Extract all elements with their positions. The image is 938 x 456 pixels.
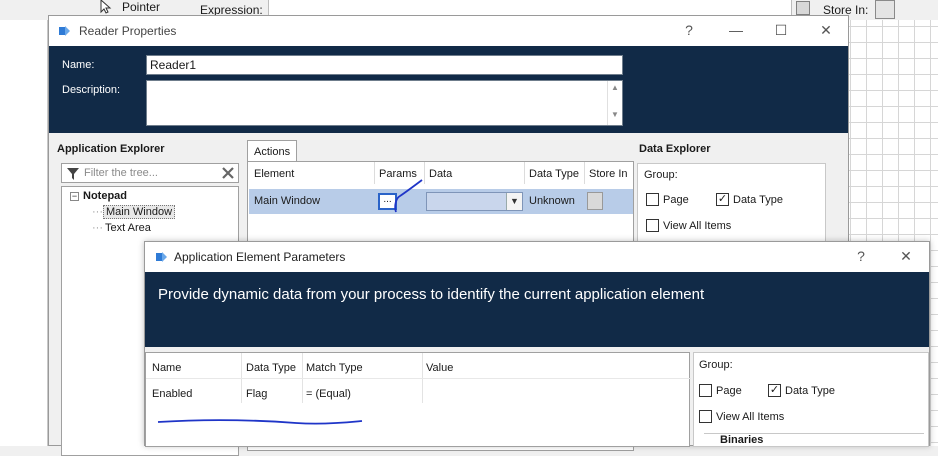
data-type-label: Data Type	[733, 193, 783, 206]
col-value[interactable]: Value	[426, 362, 453, 374]
pointer-label: Pointer	[122, 0, 161, 14]
description-scrollbar[interactable]: ▲ ▼	[607, 81, 622, 125]
annotation-underline	[157, 419, 363, 425]
group-label: Group:	[644, 169, 678, 181]
parameters-grid: Name Data Type Match Type Value Enabled …	[145, 352, 691, 447]
name-field[interactable]: Reader1	[146, 55, 623, 75]
close-button[interactable]: ✕	[896, 248, 916, 265]
help-button[interactable]: ?	[851, 248, 871, 264]
tree-node-label: Main Window	[103, 205, 176, 219]
col-match-type[interactable]: Match Type	[306, 362, 363, 374]
row-element: Main Window	[254, 195, 321, 207]
params-title-bar[interactable]: Application Element Parameters ? ✕	[145, 242, 929, 272]
description-field[interactable]: ▲ ▼	[146, 80, 623, 126]
tree-node-main-window[interactable]: ··· Main Window	[92, 205, 176, 219]
pointer-icon	[100, 0, 112, 14]
maximize-button[interactable]: ☐	[771, 22, 791, 39]
data-type-checkbox-row[interactable]: ✓ Data Type	[716, 193, 783, 206]
col-data[interactable]: Data	[429, 168, 452, 180]
tree-node-label: Text Area	[105, 222, 151, 234]
view-all-label: View All Items	[716, 410, 785, 423]
chevron-down-icon[interactable]: ▼	[506, 193, 522, 210]
params-header-panel: Provide dynamic data from your process t…	[145, 272, 929, 347]
view-all-checkbox[interactable]	[646, 219, 659, 232]
tree-node-text-area[interactable]: ··· Text Area	[92, 222, 151, 234]
background-panel	[0, 20, 48, 446]
store-in-icon[interactable]	[587, 192, 603, 210]
reader-header-panel: Name: Reader1 Description: ▲ ▼	[49, 46, 848, 133]
description-label: Description:	[62, 84, 121, 96]
params-button[interactable]: ...	[378, 193, 397, 210]
page-label: Page	[716, 384, 742, 397]
params-window-title: Application Element Parameters	[174, 250, 346, 264]
col-data-type[interactable]: Data Type	[246, 362, 296, 374]
data-type-checkbox-row[interactable]: ✓ Data Type	[768, 384, 835, 397]
tree-node-label: Notepad	[83, 190, 127, 202]
close-button[interactable]: ✕	[816, 22, 836, 39]
params-data-explorer-panel: Group: Page ✓ Data Type View All Items B…	[693, 352, 929, 447]
param-name[interactable]: Enabled	[152, 388, 192, 400]
scroll-down-icon[interactable]: ▼	[608, 110, 622, 119]
tree-node-notepad[interactable]: − Notepad	[70, 190, 127, 202]
col-name[interactable]: Name	[152, 362, 181, 374]
collapse-icon[interactable]: −	[70, 192, 79, 201]
filter-placeholder: Filter the tree...	[84, 167, 158, 179]
data-explorer-panel: Group: Page ✓ Data Type View All Items	[637, 163, 826, 243]
application-element-parameters-window: Application Element Parameters ? ✕ Provi…	[144, 241, 930, 447]
minimize-button[interactable]: —	[726, 22, 746, 38]
page-checkbox-row[interactable]: Page	[699, 384, 742, 397]
page-checkbox-row[interactable]: Page	[646, 193, 689, 206]
reader-title-bar[interactable]: Reader Properties ? — ☐ ✕	[49, 16, 848, 46]
page-checkbox[interactable]	[646, 193, 659, 206]
data-dropdown[interactable]: ▼	[426, 192, 523, 211]
data-type-checkbox[interactable]: ✓	[716, 193, 729, 206]
data-explorer-title: Data Explorer	[639, 143, 711, 155]
view-all-label: View All Items	[663, 219, 732, 232]
scroll-up-icon[interactable]: ▲	[608, 83, 622, 92]
param-match-type[interactable]: = (Equal)	[306, 388, 351, 400]
col-data-type[interactable]: Data Type	[529, 168, 579, 180]
tree-filter-input[interactable]: Filter the tree...	[61, 163, 239, 183]
name-label: Name:	[62, 59, 95, 71]
tab-actions[interactable]: Actions	[247, 140, 297, 161]
page-label: Page	[663, 193, 689, 206]
calculator-icon[interactable]	[796, 1, 810, 15]
col-store-in[interactable]: Store In	[589, 168, 628, 180]
group-label: Group:	[699, 359, 733, 371]
reader-window-title: Reader Properties	[79, 24, 177, 38]
page-checkbox[interactable]	[699, 384, 712, 397]
data-type-label: Data Type	[785, 384, 835, 397]
view-all-checkbox[interactable]	[699, 410, 712, 423]
col-params[interactable]: Params	[379, 168, 417, 180]
blueprism-icon	[156, 252, 167, 262]
store-in-icon[interactable]	[875, 0, 895, 19]
param-data-type[interactable]: Flag	[246, 388, 267, 400]
params-description: Provide dynamic data from your process t…	[158, 286, 705, 303]
filter-icon	[67, 168, 79, 180]
pointer-tool[interactable]: Pointer	[92, 0, 196, 16]
row-data-type: Unknown	[529, 195, 575, 207]
data-type-checkbox[interactable]: ✓	[768, 384, 781, 397]
help-button[interactable]: ?	[679, 22, 699, 38]
view-all-checkbox-row[interactable]: View All Items	[646, 219, 731, 232]
blueprism-icon	[59, 26, 70, 36]
col-element[interactable]: Element	[254, 168, 294, 180]
application-explorer-title: Application Explorer	[57, 143, 165, 155]
clear-filter-icon[interactable]	[222, 167, 234, 179]
view-all-checkbox-row[interactable]: View All Items	[699, 410, 784, 423]
